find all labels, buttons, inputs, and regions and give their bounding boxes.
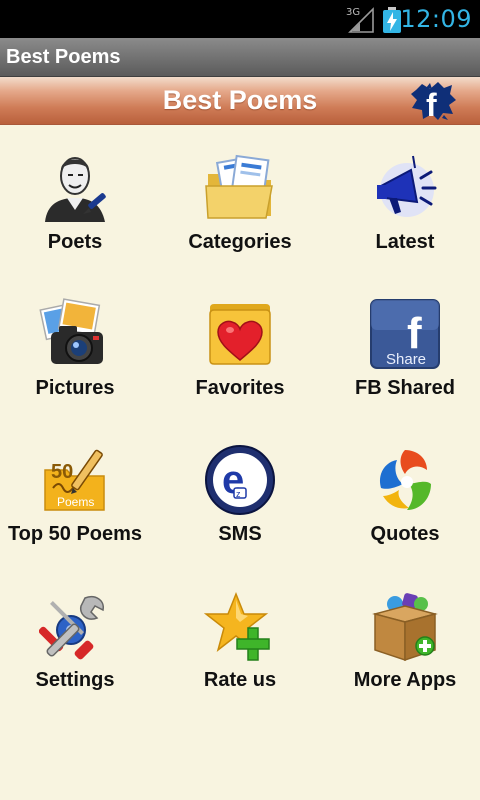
- tools-wrench-screwdriver-icon: [39, 596, 104, 660]
- top-50-number: 50: [51, 461, 73, 483]
- network-type-label: 3G: [346, 7, 360, 18]
- battery-charging-icon: [383, 7, 401, 33]
- status-bar: 3G 12:09: [0, 0, 480, 38]
- menu-label-poets: Poets: [47, 231, 103, 253]
- menu-label-quotes: Quotes: [370, 523, 440, 545]
- poet-portrait-icon: [45, 157, 106, 222]
- menu-item-sms[interactable]: e z SMS: [160, 416, 320, 556]
- menu-label-top-50-poems: Top 50 Poems: [7, 523, 143, 545]
- menu-item-poets[interactable]: Poets: [0, 124, 155, 264]
- quotes-swirl-icon: [379, 450, 431, 510]
- folder-documents-icon: [205, 154, 273, 219]
- menu-label-favorites: Favorites: [195, 377, 285, 399]
- camera-photos-icon: [39, 298, 103, 364]
- menu-item-more-apps[interactable]: More Apps: [325, 562, 480, 702]
- menu-item-settings[interactable]: Settings: [0, 562, 155, 702]
- facebook-icon[interactable]: f: [408, 80, 458, 122]
- svg-text:f: f: [426, 87, 437, 122]
- app-banner: Best Poems f: [0, 77, 480, 125]
- menu-label-more-apps: More Apps: [353, 669, 457, 691]
- app-box-icon: [372, 593, 438, 662]
- menu-label-settings: Settings: [35, 669, 115, 691]
- app-title-bar: Best Poems: [0, 38, 480, 77]
- menu-item-favorites[interactable]: Favorites: [160, 270, 320, 410]
- star-plus-icon: [204, 591, 270, 661]
- menu-label-latest: Latest: [375, 231, 435, 253]
- menu-item-fb-shared[interactable]: f Share FB Shared: [325, 270, 480, 410]
- menu-item-rate-us[interactable]: Rate us: [160, 562, 320, 702]
- megaphone-icon: [377, 155, 437, 217]
- menu-label-fb-shared: FB Shared: [354, 377, 456, 399]
- menu-label-categories: Categories: [188, 231, 292, 253]
- status-clock: 12:09: [400, 5, 472, 33]
- menu-label-rate-us: Rate us: [203, 669, 277, 691]
- menu-item-pictures[interactable]: Pictures: [0, 270, 155, 410]
- menu-item-categories[interactable]: Categories: [160, 124, 320, 264]
- menu-item-latest[interactable]: Latest: [325, 124, 480, 264]
- top-50-poems-text: Poems: [57, 495, 94, 509]
- heart-folder-icon: [209, 304, 271, 365]
- menu-label-sms: SMS: [218, 523, 262, 545]
- menu-item-quotes[interactable]: Quotes: [325, 416, 480, 556]
- share-text: Share: [386, 351, 426, 368]
- svg-text:z: z: [236, 489, 241, 499]
- sms-e-icon: e z: [205, 445, 275, 515]
- menu-label-pictures: Pictures: [35, 377, 115, 399]
- network-signal-icon: 3G: [346, 7, 374, 33]
- top-50-poems-icon: 50 Poems: [44, 449, 105, 511]
- menu-item-top-50-poems[interactable]: 50 Poems Top 50 Poems: [0, 416, 155, 556]
- facebook-share-icon: f Share: [370, 299, 440, 369]
- window-title: Best Poems: [6, 46, 121, 68]
